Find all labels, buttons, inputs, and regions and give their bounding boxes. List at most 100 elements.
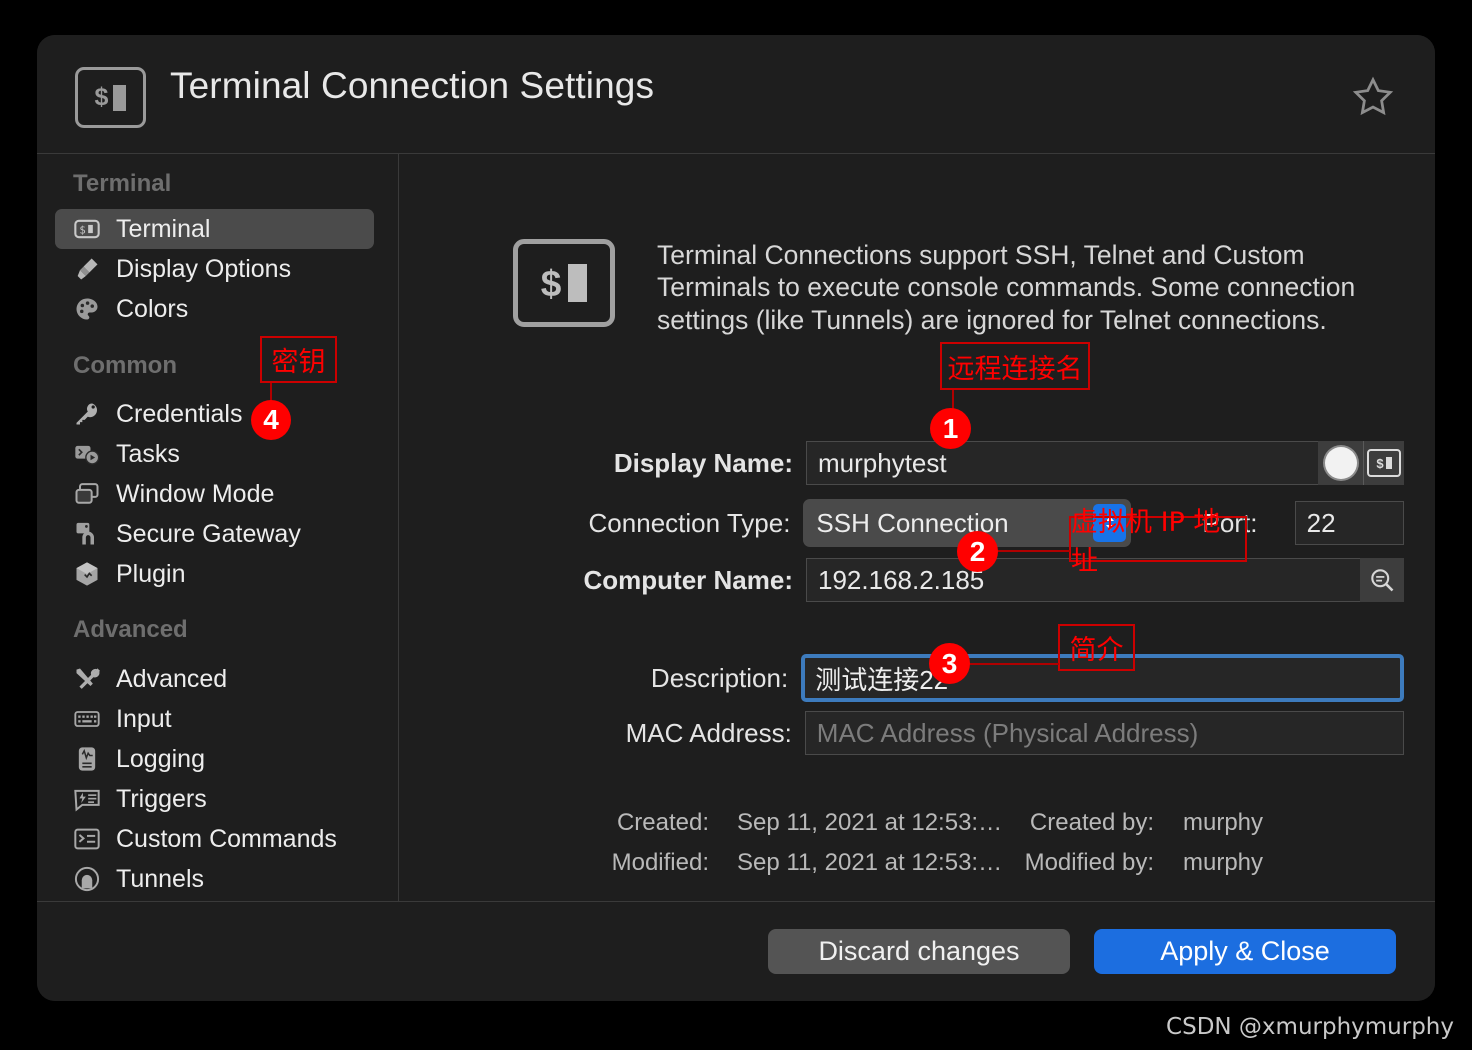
- display-name-input[interactable]: murphytest: [806, 441, 1318, 485]
- sidebar-item-input[interactable]: Input: [55, 699, 374, 739]
- connection-type-row: Connection Type: SSH Connection Port: 22: [399, 499, 1404, 547]
- sidebar-item-custom-commands[interactable]: Custom Commands: [55, 819, 374, 859]
- annotation-badge-4: 4: [251, 400, 291, 440]
- annotation-note-4: 密钥: [260, 336, 337, 383]
- dollar-glyph: $: [541, 265, 562, 302]
- magnifier-icon: [1368, 566, 1396, 594]
- terminal-icon: $: [513, 239, 615, 327]
- mac-address-row: MAC Address: MAC Address (Physical Addre…: [399, 711, 1404, 755]
- description-label: Description:: [399, 663, 788, 694]
- description-row: Description: 测试连接22: [399, 654, 1404, 702]
- sidebar-group-common: Credentials Tasks Window Mode Secure Gat…: [37, 394, 398, 594]
- sidebar-item-label: Display Options: [116, 255, 291, 284]
- annotation-note-2: 虚拟机 IP 地址: [1069, 516, 1247, 562]
- sidebar-item-label: Secure Gateway: [116, 520, 301, 549]
- palette-icon: [73, 295, 101, 323]
- main-content: $ Terminal Connections support SSH, Teln…: [399, 154, 1435, 901]
- box-icon: [73, 560, 101, 588]
- sidebar-item-secure-gateway[interactable]: Secure Gateway: [55, 514, 374, 554]
- sidebar-item-label: Advanced: [116, 665, 227, 694]
- cursor-block: [568, 264, 587, 302]
- sidebar-item-plugin[interactable]: Plugin: [55, 554, 374, 594]
- sidebar-item-logging[interactable]: Logging: [55, 739, 374, 779]
- modified-by-label: Modified by:: [1009, 849, 1154, 877]
- intro-text: Terminal Connections support SSH, Telnet…: [657, 239, 1382, 336]
- annotation-badge-2: 2: [957, 531, 998, 572]
- connection-type-label: Connection Type:: [399, 508, 790, 539]
- terminal-icon: $: [1367, 449, 1401, 477]
- star-outline-icon[interactable]: [1351, 75, 1395, 119]
- modified-label: Modified:: [399, 849, 709, 877]
- sidebar-group-common-title: Common: [37, 352, 177, 380]
- sidebar-item-label: Custom Commands: [116, 825, 337, 854]
- port-input[interactable]: 22: [1295, 501, 1404, 545]
- sidebar-item-label: Credentials: [116, 400, 242, 429]
- sidebar-item-tunnels[interactable]: Tunnels: [55, 859, 374, 899]
- title-bar: $ Terminal Connection Settings: [37, 35, 1435, 153]
- sidebar-item-label: Triggers: [116, 785, 207, 814]
- sidebar-item-label: Input: [116, 705, 172, 734]
- sidebar-item-label: Terminal: [116, 215, 210, 244]
- sidebar-item-advanced[interactable]: Advanced: [55, 659, 374, 699]
- sidebar-item-label: Plugin: [116, 560, 186, 589]
- page-title: Terminal Connection Settings: [170, 65, 654, 107]
- sidebar-item-label: Tasks: [116, 440, 180, 469]
- terminal-icon: $: [73, 215, 101, 243]
- trigger-icon: [73, 785, 101, 813]
- sidebar-group-advanced-title: Advanced: [37, 616, 188, 644]
- sidebar-group-advanced: Advanced Input Logging Triggers: [37, 659, 398, 899]
- display-name-label: Display Name:: [399, 448, 793, 479]
- display-name-terminal-button[interactable]: $: [1363, 441, 1404, 485]
- created-by-label: Created by:: [1009, 809, 1154, 837]
- mac-address-input[interactable]: MAC Address (Physical Address): [805, 711, 1404, 755]
- apply-and-close-button[interactable]: Apply & Close: [1094, 929, 1396, 974]
- annotation-note-1: 远程连接名: [940, 342, 1090, 390]
- footer: Discard changes Apply & Close: [37, 902, 1435, 1001]
- annotation-note-3: 简介: [1058, 624, 1135, 671]
- command-prompt-icon: [73, 825, 101, 853]
- computer-name-label: Computer Name:: [399, 565, 793, 596]
- gateway-icon: [73, 520, 101, 548]
- created-by-value: murphy: [1183, 809, 1263, 837]
- brush-icon: [73, 255, 101, 283]
- discard-changes-button[interactable]: Discard changes: [768, 929, 1070, 974]
- modified-row: Modified: Sep 11, 2021 at 12:53:… Modifi…: [399, 849, 1404, 889]
- created-label: Created:: [399, 809, 709, 837]
- sidebar-item-triggers[interactable]: Triggers: [55, 779, 374, 819]
- sidebar-item-display-options[interactable]: Display Options: [55, 249, 374, 289]
- color-circle-icon: [1325, 447, 1357, 479]
- sidebar-group-terminal-title: Terminal: [37, 170, 171, 198]
- windows-icon: [73, 480, 101, 508]
- sidebar-item-window-mode[interactable]: Window Mode: [55, 474, 374, 514]
- log-icon: [73, 745, 101, 773]
- display-name-color-swatch[interactable]: [1318, 441, 1363, 485]
- sidebar-item-terminal[interactable]: $ Terminal: [55, 209, 374, 249]
- svg-text:$: $: [79, 225, 85, 237]
- annotation-badge-3: 3: [929, 643, 970, 684]
- modified-by-value: murphy: [1183, 849, 1263, 877]
- sidebar-item-label: Colors: [116, 295, 188, 324]
- intro-block: $ Terminal Connections support SSH, Teln…: [513, 239, 1382, 336]
- created-row: Created: Sep 11, 2021 at 12:53:… Created…: [399, 809, 1404, 849]
- terminal-icon: $: [75, 67, 146, 128]
- cursor-block: [113, 85, 126, 111]
- tunnel-icon: [73, 865, 101, 893]
- sidebar-item-tasks[interactable]: Tasks: [55, 434, 374, 474]
- sidebar-item-credentials[interactable]: Credentials: [55, 394, 374, 434]
- computer-name-row: Computer Name: 192.168.2.185: [399, 558, 1404, 602]
- sidebar-group-terminal: $ Terminal Display Options Colors: [37, 209, 398, 329]
- sidebar: Terminal $ Terminal Display Options Colo…: [37, 154, 398, 901]
- created-value: Sep 11, 2021 at 12:53:…: [737, 809, 1002, 837]
- sidebar-item-label: Window Mode: [116, 480, 274, 509]
- tasks-icon: [73, 440, 101, 468]
- sidebar-item-label: Tunnels: [116, 865, 204, 894]
- key-icon: [73, 400, 101, 428]
- sidebar-item-colors[interactable]: Colors: [55, 289, 374, 329]
- sidebar-item-label: Logging: [116, 745, 205, 774]
- dollar-glyph: $: [95, 85, 109, 110]
- mac-address-label: MAC Address:: [399, 718, 792, 749]
- tools-icon: [73, 665, 101, 693]
- watermark: CSDN @xmurphymurphy: [1166, 1014, 1454, 1040]
- computer-name-search-button[interactable]: [1360, 558, 1404, 602]
- modified-value: Sep 11, 2021 at 12:53:…: [737, 849, 1002, 877]
